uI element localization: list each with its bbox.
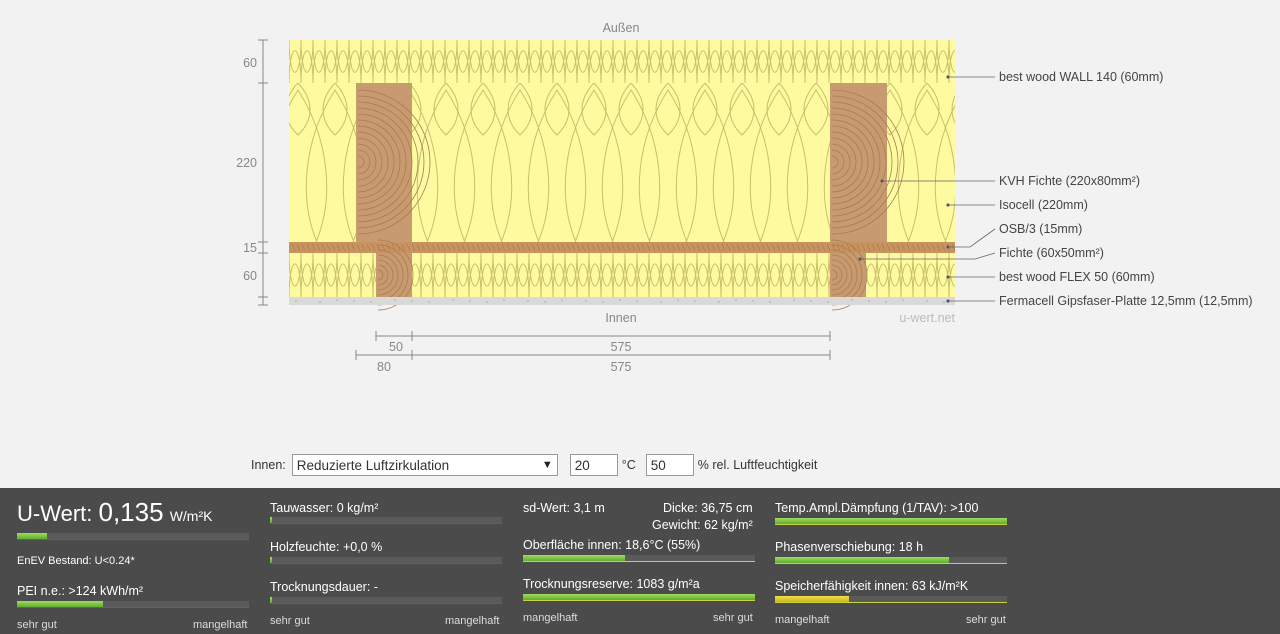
phasen-bar xyxy=(775,557,1007,564)
chevron-down-icon: ▼ xyxy=(541,459,553,471)
uwert-unit: W/m²K xyxy=(169,508,213,524)
oberflaeche-metric: Oberfläche innen: 18,6°C (55%) xyxy=(523,538,701,552)
uwert-value: 0,135 xyxy=(98,497,164,527)
wall-section-diagram: Außen Innen u-wert.net 60 220 15 60 50 5… xyxy=(236,21,1253,374)
watermark: u-wert.net xyxy=(899,311,955,325)
pei-bar xyxy=(17,601,249,608)
label-wall140: best wood WALL 140 (60mm) xyxy=(999,70,1163,84)
dim-width-50: 50 xyxy=(389,340,403,354)
label-isocell: Isocell (220mm) xyxy=(999,198,1088,212)
label-fermacell: Fermacell Gipsfaser-Platte 12,5mm (12,5m… xyxy=(999,294,1253,308)
trocknungsreserve-bar xyxy=(523,594,755,601)
temp-ampl-bar xyxy=(775,518,1007,525)
tauwasser-bar xyxy=(270,517,502,524)
uwert-display: U-Wert: 0,135 W/m²K xyxy=(17,497,212,528)
speicher-bar xyxy=(775,596,1007,603)
phasen-bar-fill xyxy=(775,557,949,563)
trocknungsreserve-bar-fill xyxy=(523,594,755,600)
temp-ampl-metric: Temp.Ampl.Dämpfung (1/TAV): >100 xyxy=(775,501,979,515)
uwert-bar xyxy=(17,533,249,540)
scale-bad-4: mangelhaft xyxy=(775,614,830,626)
inside-climate-controls: Innen: Reduzierte Luftzirkulation ▼ 20 °… xyxy=(251,453,817,477)
pei-bar-fill xyxy=(17,601,103,607)
tauwasser-metric: Tauwasser: 0 kg/m² xyxy=(270,501,379,515)
holzfeuchte-bar xyxy=(270,557,502,564)
outside-label: Außen xyxy=(603,21,640,35)
gewicht-metric: Gewicht: 62 kg/m² xyxy=(652,518,753,532)
label-osb: OSB/3 (15mm) xyxy=(999,222,1082,236)
sd-wert-metric: sd-Wert: 3,1 m xyxy=(523,501,605,515)
phasen-metric: Phasenverschiebung: 18 h xyxy=(775,540,924,554)
dim-width-575-b: 575 xyxy=(611,360,632,374)
label-kvh: KVH Fichte (220x80mm²) xyxy=(999,174,1140,188)
dim-width-80: 80 xyxy=(377,360,391,374)
trocknungsreserve-metric: Trocknungsreserve: 1083 g/m²a xyxy=(523,577,700,591)
holzfeuchte-metric: Holzfeuchte: +0,0 % xyxy=(270,540,383,554)
label-fichte: Fichte (60x50mm²) xyxy=(999,246,1104,260)
layer-wall140 xyxy=(289,40,955,83)
scale-good-1: sehr gut xyxy=(17,619,57,631)
oberflaeche-bar xyxy=(523,555,755,562)
scale-bad-2: mangelhaft xyxy=(445,615,500,627)
scale-good-3: sehr gut xyxy=(713,612,753,624)
humidity-unit: % rel. Luftfeuchtigkeit xyxy=(697,458,818,472)
speicher-metric: Speicherfähigkeit innen: 63 kJ/m²K xyxy=(775,579,969,593)
temp-ampl-bar-fill xyxy=(775,518,1007,524)
temperature-input[interactable]: 20 xyxy=(569,454,618,476)
inside-climate-label: Innen: xyxy=(251,458,286,472)
scale-bad-3: mangelhaft xyxy=(523,612,578,624)
holzfeuchte-bar-fill xyxy=(270,557,273,563)
dim-15: 15 xyxy=(243,241,257,255)
results-panel: U-Wert: 0,135 W/m²K EnEV Bestand: U<0.24… xyxy=(0,488,1280,634)
pei-metric: PEI n.e.: >124 kWh/m² xyxy=(17,584,144,598)
scale-bad-1: mangelhaft xyxy=(193,619,248,631)
uwert-label: U-Wert: xyxy=(17,501,93,526)
inside-label: Innen xyxy=(605,311,636,325)
label-flex50: best wood FLEX 50 (60mm) xyxy=(999,270,1155,284)
trocknungsdauer-bar xyxy=(270,597,502,604)
oberflaeche-bar-fill xyxy=(523,555,626,561)
dim-60-top: 60 xyxy=(243,56,257,70)
dicke-metric: Dicke: 36,75 cm xyxy=(663,501,753,515)
climate-select-value: Reduzierte Luftzirkulation xyxy=(296,457,450,473)
layer-fermacell xyxy=(289,297,955,305)
enev-requirement: EnEV Bestand: U<0.24* xyxy=(17,555,135,567)
dim-60-low: 60 xyxy=(243,269,257,283)
dim-220: 220 xyxy=(236,156,257,170)
scale-good-4: sehr gut xyxy=(966,614,1006,626)
width-dimensions xyxy=(355,331,831,360)
thickness-dimensions xyxy=(258,39,268,306)
uwert-bar-fill xyxy=(17,533,48,539)
scale-good-2: sehr gut xyxy=(270,615,310,627)
trocknungsdauer-metric: Trocknungsdauer: - xyxy=(270,580,378,594)
trocknungsdauer-bar-fill xyxy=(270,597,273,603)
speicher-bar-fill xyxy=(775,596,850,602)
temperature-unit: °C xyxy=(621,458,636,472)
dim-width-575-a: 575 xyxy=(611,340,632,354)
climate-select[interactable]: Reduzierte Luftzirkulation ▼ xyxy=(291,454,558,476)
layer-osb xyxy=(289,242,956,253)
tauwasser-bar-fill xyxy=(270,517,273,523)
humidity-input[interactable]: 50 xyxy=(645,454,694,476)
